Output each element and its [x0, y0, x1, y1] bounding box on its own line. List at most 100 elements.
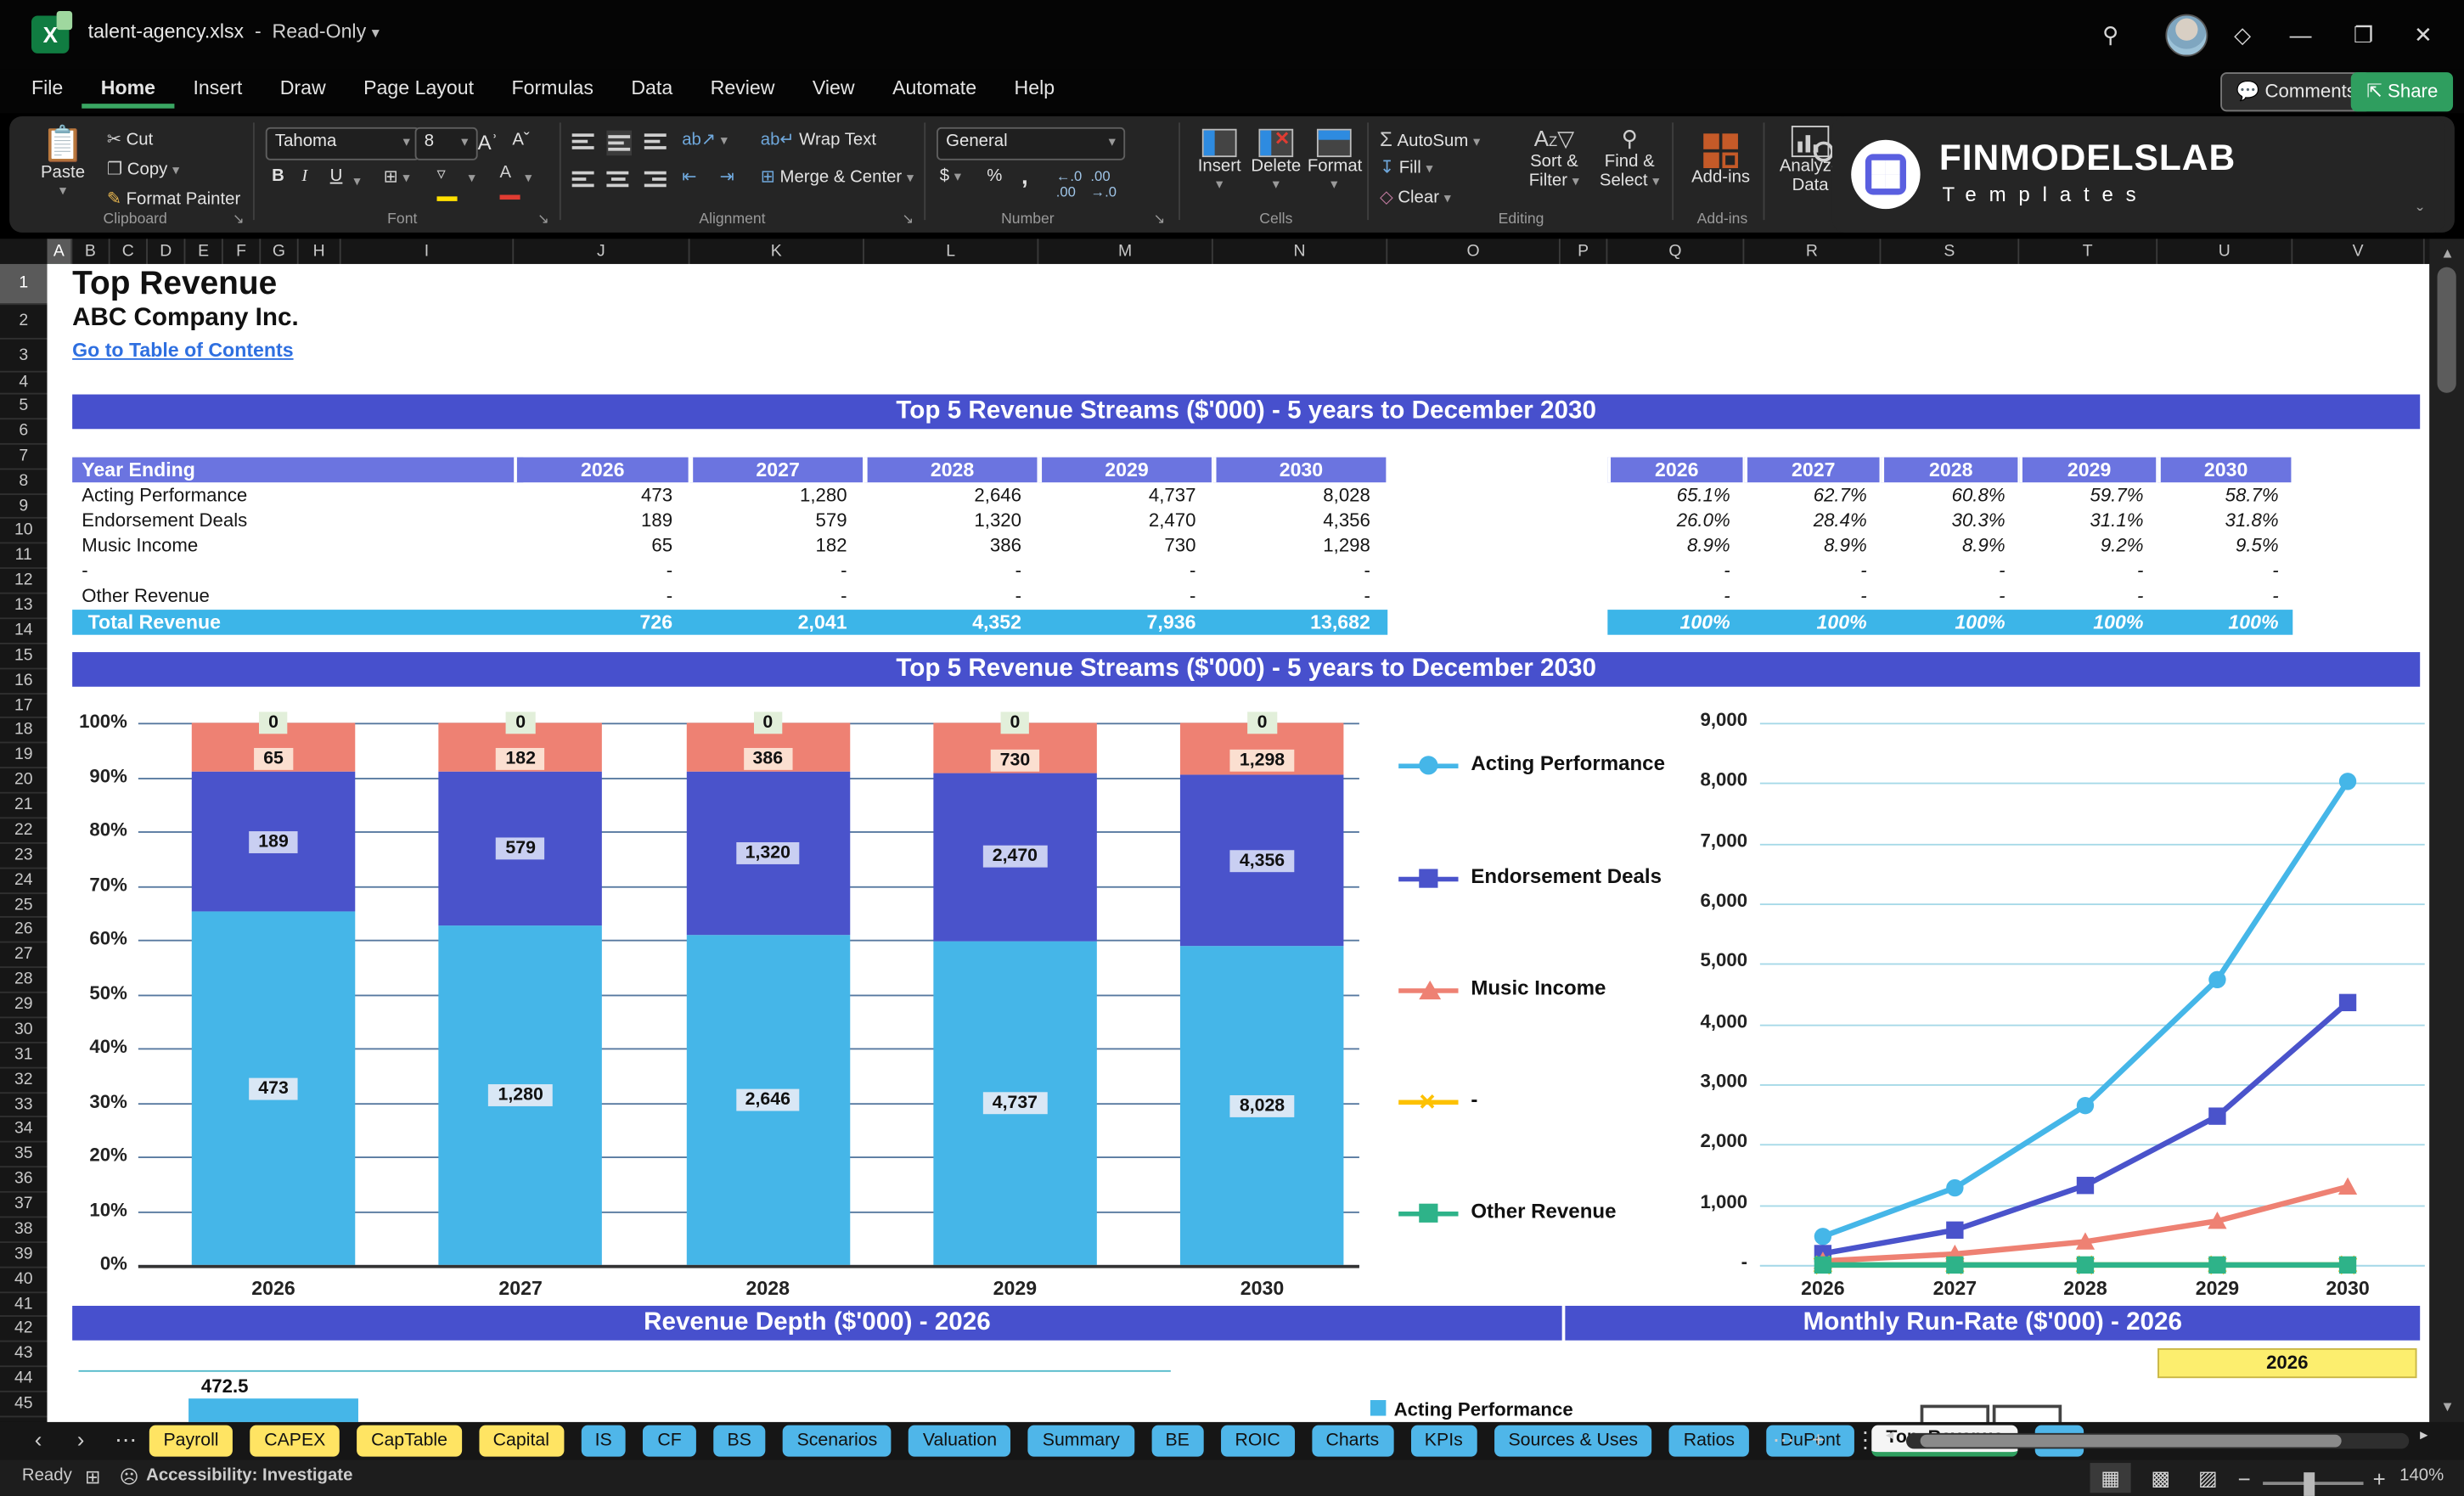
row-header-12[interactable]: 12	[0, 569, 48, 594]
wrap-text-button[interactable]: ab↵ Wrap Text	[761, 129, 876, 149]
pct-cell[interactable]: -	[1607, 559, 1730, 583]
column-header-Q[interactable]: Q	[1607, 239, 1745, 264]
table-cell[interactable]: -	[1038, 584, 1195, 609]
number-dialog-launcher[interactable]: ↘	[1153, 211, 1165, 228]
sheet-tab-scenarios[interactable]: Scenarios	[782, 1425, 892, 1457]
menu-tab-insert[interactable]: Insert	[174, 69, 261, 108]
row-header-5[interactable]: 5	[0, 395, 48, 419]
row-header-8[interactable]: 8	[0, 470, 48, 495]
table-cell[interactable]: -	[1213, 584, 1370, 609]
pct-cell[interactable]: 60.8%	[1881, 484, 2006, 509]
clear-button[interactable]: ◇ Clear ▾	[1380, 187, 1451, 207]
spreadsheet[interactable]: Top Revenue ABC Company Inc. Go to Table…	[47, 263, 2430, 1422]
column-header-I[interactable]: I	[341, 239, 515, 264]
borders-button[interactable]: ⊞ ▾	[384, 166, 410, 187]
menu-tab-file[interactable]: File	[13, 69, 82, 108]
fill-color-button[interactable]: ▿ ▾	[436, 163, 475, 202]
column-header-B[interactable]: B	[72, 239, 110, 264]
sheet-tab-capex[interactable]: CAPEX	[250, 1425, 340, 1457]
row-header-31[interactable]: 31	[0, 1043, 48, 1068]
table-cell[interactable]: -	[864, 559, 1021, 583]
table-cell[interactable]: 189	[514, 509, 672, 533]
diamond-premium-icon[interactable]: ◇	[2225, 17, 2260, 52]
tabs-prev-icon[interactable]: ‹	[35, 1426, 42, 1452]
pct-total-cell[interactable]: 100%	[2157, 609, 2278, 635]
row-header-35[interactable]: 35	[0, 1143, 48, 1168]
pct-cell[interactable]: 8.9%	[1881, 534, 2006, 559]
sheet-tab-sources-uses[interactable]: Sources & Uses	[1494, 1425, 1652, 1457]
row-header-1[interactable]: 1	[0, 263, 48, 306]
sheet-tab-captable[interactable]: CapTable	[357, 1425, 462, 1457]
pct-cell[interactable]: -	[1881, 584, 2005, 609]
tabs-next-icon[interactable]: ›	[77, 1426, 85, 1452]
row-header-7[interactable]: 7	[0, 444, 48, 470]
sheet-tab-cf[interactable]: CF	[643, 1425, 696, 1457]
pct-cell[interactable]: 8.9%	[1744, 534, 1867, 559]
table-cell[interactable]: 386	[864, 534, 1021, 559]
sheet-tab-ratios[interactable]: Ratios	[1669, 1425, 1749, 1457]
row-header-27[interactable]: 27	[0, 943, 48, 969]
sheet-tab-payroll[interactable]: Payroll	[149, 1425, 233, 1457]
row-header-30[interactable]: 30	[0, 1018, 48, 1043]
sheet-tab-bs[interactable]: BS	[712, 1425, 766, 1457]
normal-view-icon[interactable]: ▦	[2090, 1463, 2131, 1493]
row-header-6[interactable]: 6	[0, 419, 48, 445]
row-header-3[interactable]: 3	[0, 340, 48, 373]
zoom-in-icon[interactable]: +	[2373, 1466, 2386, 1492]
format-cells-button[interactable]: Format ▾	[1308, 128, 1362, 194]
column-header-J[interactable]: J	[514, 239, 690, 264]
vscroll-thumb[interactable]	[2437, 267, 2456, 393]
row-header-10[interactable]: 10	[0, 519, 48, 544]
row-header-23[interactable]: 23	[0, 843, 48, 869]
menu-tab-data[interactable]: Data	[612, 69, 691, 108]
table-cell[interactable]: -	[1213, 559, 1370, 583]
pct-cell[interactable]: 62.7%	[1744, 484, 1867, 509]
horizontal-scrollbar[interactable]	[1905, 1432, 2410, 1449]
total-cell[interactable]: 7,936	[1038, 609, 1196, 635]
accessibility-status[interactable]: Accessibility: Investigate	[146, 1466, 352, 1485]
row-header-39[interactable]: 39	[0, 1242, 48, 1268]
column-header-R[interactable]: R	[1744, 239, 1882, 264]
align-top-icon[interactable]	[571, 131, 594, 153]
column-header-D[interactable]: D	[148, 239, 186, 264]
tabs-menu-icon[interactable]: ⋮	[1854, 1426, 1876, 1453]
pct-cell[interactable]: 9.2%	[2019, 534, 2144, 559]
italic-button[interactable]: I	[301, 166, 307, 185]
underline-button[interactable]: U	[330, 166, 343, 185]
read-only-caret-icon[interactable]: ▾	[372, 25, 380, 42]
row-header-29[interactable]: 29	[0, 993, 48, 1019]
avatar[interactable]	[2165, 14, 2208, 57]
column-header-V[interactable]: V	[2292, 239, 2425, 264]
column-header-P[interactable]: P	[1561, 239, 1608, 264]
share-button[interactable]: ⇱ Share	[2350, 72, 2454, 112]
pct-cell[interactable]: 28.4%	[1744, 509, 1867, 533]
table-cell[interactable]: 579	[689, 509, 847, 533]
table-cell[interactable]: 473	[514, 484, 672, 509]
pct-cell[interactable]: 26.0%	[1607, 509, 1730, 533]
row-header-38[interactable]: 38	[0, 1218, 48, 1243]
merge-center-button[interactable]: ⊞ Merge & Center ▾	[761, 166, 914, 187]
row-header-20[interactable]: 20	[0, 768, 48, 794]
add-ins-button[interactable]: Add-ins	[1685, 129, 1757, 187]
table-cell[interactable]: 182	[689, 534, 847, 559]
menu-tab-automate[interactable]: Automate	[874, 69, 995, 108]
align-center-icon[interactable]	[606, 168, 629, 190]
column-header-T[interactable]: T	[2019, 239, 2158, 264]
zoom-slider-thumb[interactable]	[2304, 1472, 2315, 1496]
new-sheet-button[interactable]: +	[1812, 1426, 1825, 1452]
pct-cell[interactable]: 58.7%	[2157, 484, 2279, 509]
sheet-tab-capital[interactable]: Capital	[479, 1425, 564, 1457]
column-header-N[interactable]: N	[1213, 239, 1388, 264]
toc-link[interactable]: Go to Table of Contents	[72, 340, 293, 362]
sheet-tab-valuation[interactable]: Valuation	[909, 1425, 1011, 1457]
row-header-37[interactable]: 37	[0, 1193, 48, 1218]
font-size-select[interactable]: 8 ▾	[414, 127, 478, 160]
pct-cell[interactable]: -	[1744, 559, 1866, 583]
table-cell[interactable]: -	[864, 584, 1021, 609]
column-header-A[interactable]: A	[47, 239, 73, 267]
column-header-S[interactable]: S	[1881, 239, 2020, 264]
pct-cell[interactable]: -	[2019, 559, 2143, 583]
table-cell[interactable]: 1,298	[1213, 534, 1370, 559]
runrate-year-cell[interactable]: 2026	[2157, 1347, 2417, 1379]
increase-indent-button[interactable]: ⇥	[720, 166, 734, 187]
